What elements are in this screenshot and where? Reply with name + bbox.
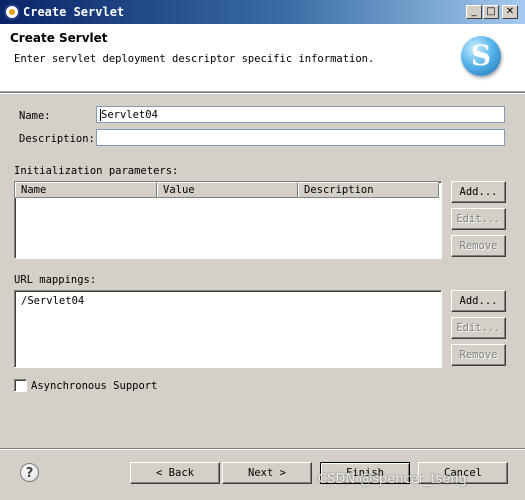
help-icon[interactable]: ? [20,463,39,482]
window-title: Create Servlet [23,5,125,19]
url-mappings-label: URL mappings: [14,274,97,286]
init-edit-button[interactable]: Edit... [451,208,506,230]
watermark: CSDN @spencer_tseng [318,472,467,487]
url-edit-button[interactable]: Edit... [451,317,506,339]
name-field[interactable]: Servlet04 [96,106,505,123]
maximize-button[interactable]: □ [483,5,499,19]
close-button[interactable]: ✕ [502,5,518,19]
async-support-checkbox[interactable] [14,379,27,392]
eclipse-app-icon [4,4,20,20]
footer-divider [0,448,525,450]
column-header-name[interactable]: Name [15,182,157,198]
url-add-button[interactable]: Add... [451,290,506,312]
url-remove-button[interactable]: Remove [451,344,506,366]
minimize-button[interactable]: _ [466,5,482,19]
back-button[interactable]: < Back [130,462,220,484]
list-item[interactable]: /Servlet04 [21,295,84,307]
init-add-button[interactable]: Add... [451,181,506,203]
page-description: Enter servlet deployment descriptor spec… [14,53,375,65]
column-header-value[interactable]: Value [157,182,298,198]
init-params-header: Name Value Description [15,182,439,198]
header-divider [0,92,525,94]
init-params-label: Initialization parameters: [14,165,179,177]
servlet-wizard-icon: S [461,36,501,76]
next-button[interactable]: Next > [222,462,312,484]
init-remove-button[interactable]: Remove [451,235,506,257]
name-label: Name: [19,110,51,122]
name-value: Servlet04 [101,109,158,121]
page-title: Create Servlet [10,31,108,45]
column-header-description[interactable]: Description [298,182,439,198]
async-support-label[interactable]: Asynchronous Support [31,380,157,392]
description-label: Description: [19,133,95,145]
description-field[interactable] [96,129,505,146]
